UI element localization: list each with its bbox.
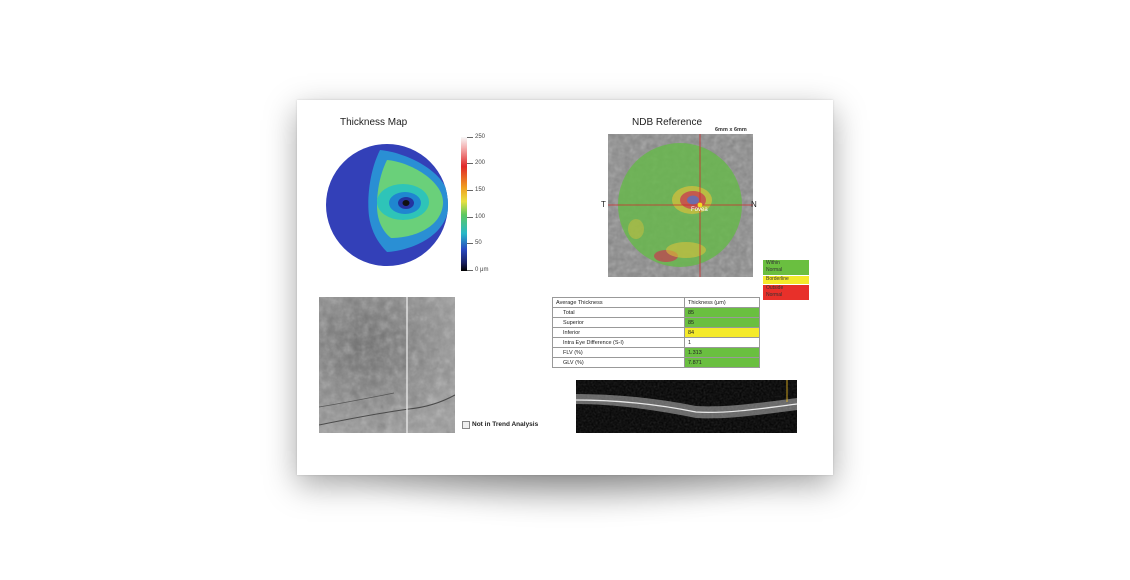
table-header-row: Average Thickness Thickness (μm) (552, 297, 760, 308)
report-panel: Thickness Map 250 200 150 100 50 0 μm ND… (297, 100, 833, 475)
enface-image[interactable] (319, 297, 455, 433)
row-label: Intra Eye Difference (S-I) (552, 337, 685, 348)
colorbar-label: 150 (475, 187, 486, 193)
row-label: Inferior (552, 327, 685, 338)
fovea-label: Fovea (691, 207, 708, 213)
label-nasal: N (751, 200, 757, 209)
ndb-reference-map[interactable] (608, 134, 753, 277)
table-row: Intra Eye Difference (S-I) 1 (552, 337, 760, 348)
table-row: GLV (%) 7.871 (552, 357, 760, 368)
label-temporal: T (601, 200, 606, 209)
row-label: FLV (%) (552, 347, 685, 358)
colorbar-label: 0 μm (475, 267, 489, 273)
thickness-map[interactable] (325, 142, 449, 268)
table-row: FLV (%) 1.313 (552, 347, 760, 358)
row-label: GLV (%) (552, 357, 685, 368)
ndb-title: NDB Reference (632, 117, 703, 128)
row-value: 84 (684, 327, 760, 338)
row-value: 7.871 (684, 357, 760, 368)
legend-within-normal: Within Normal (763, 260, 809, 275)
average-thickness-table: Average Thickness Thickness (μm) Total 8… (552, 297, 760, 368)
row-value: 1.313 (684, 347, 760, 358)
table-header-value: Thickness (μm) (684, 297, 760, 308)
row-value: 1 (684, 337, 760, 348)
table-row: Total 85 (552, 307, 760, 318)
table-header-label: Average Thickness (552, 297, 685, 308)
colorbar-label: 200 (475, 160, 486, 166)
colorbar-label: 50 (475, 240, 482, 246)
colorbar-scale: 250 200 150 100 50 0 μm (467, 134, 507, 273)
not-in-trend-label: Not in Trend Analysis (472, 421, 539, 428)
scan-size: 6mm x 6mm (715, 127, 747, 133)
row-value: 85 (684, 307, 760, 318)
row-label: Total (552, 307, 685, 318)
row-value: 85 (684, 317, 760, 328)
legend-borderline: Borderline (763, 276, 809, 284)
not-in-trend-checkbox[interactable] (462, 421, 470, 429)
table-row: Inferior 84 (552, 327, 760, 338)
row-label: Superior (552, 317, 685, 328)
thickness-map-title: Thickness Map (340, 117, 408, 128)
legend-outside-normal: Outside Normal (763, 285, 809, 300)
colorbar-label: 100 (475, 214, 486, 220)
bscan-image[interactable] (576, 380, 797, 433)
table-row: Superior 85 (552, 317, 760, 328)
colorbar-label: 250 (475, 134, 486, 140)
